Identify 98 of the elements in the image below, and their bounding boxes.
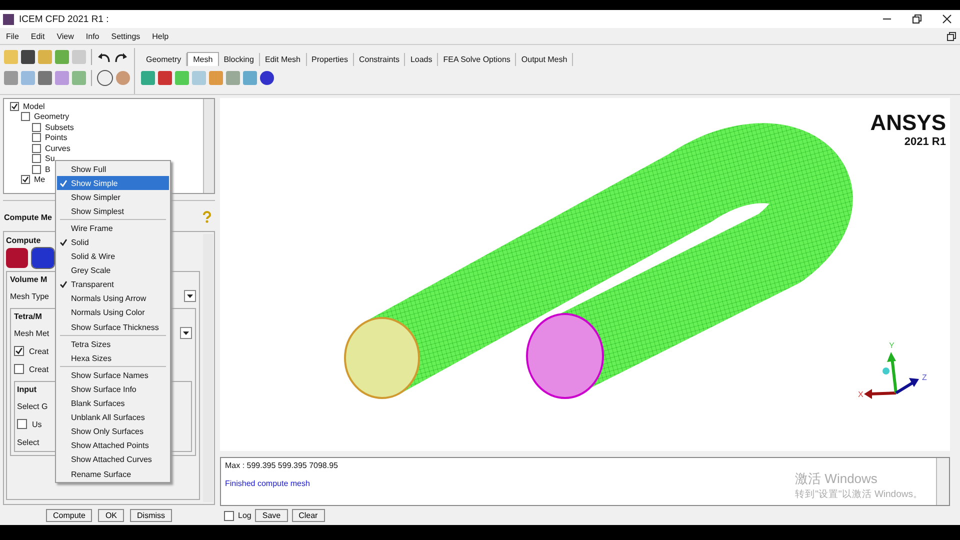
field-label: Mesh Met bbox=[14, 328, 50, 338]
restore-icon[interactable] bbox=[912, 14, 922, 24]
menu-option[interactable]: Hexa Sizes bbox=[57, 351, 169, 366]
menu-option[interactable]: Show Only Surfaces bbox=[57, 424, 169, 439]
group-label: Input bbox=[17, 385, 37, 394]
menu-option[interactable]: Solid & Wire bbox=[57, 250, 169, 264]
menu-option[interactable]: Blank Surfaces bbox=[57, 396, 169, 411]
field-label: Select bbox=[17, 438, 40, 446]
tab[interactable]: Constraints bbox=[354, 53, 406, 66]
message-line: Max : 599.395 599.395 7098.95 bbox=[225, 461, 339, 470]
scrollbar[interactable] bbox=[203, 234, 213, 502]
menu-option[interactable]: Show Attached Curves bbox=[57, 452, 169, 467]
redo-icon[interactable] bbox=[114, 51, 128, 63]
checkbox-label: Log bbox=[238, 511, 252, 520]
message-line: Finished compute mesh bbox=[225, 479, 311, 488]
check-icon bbox=[60, 281, 67, 288]
app-icon bbox=[3, 14, 14, 24]
axis-label: X bbox=[858, 390, 864, 399]
checkbox-label: Creat bbox=[29, 364, 49, 374]
menu-item[interactable]: Help bbox=[152, 32, 169, 40]
scrollbar[interactable] bbox=[936, 458, 949, 505]
tab[interactable]: Edit Mesh bbox=[260, 53, 307, 66]
field-label: Select G bbox=[17, 402, 48, 410]
menu-option[interactable]: Show Attached Points bbox=[57, 438, 169, 453]
panel-button[interactable]: OK bbox=[98, 509, 124, 522]
tree-checkbox[interactable] bbox=[21, 175, 30, 184]
menu-option[interactable]: Unblank All Surfaces bbox=[57, 410, 169, 425]
tab[interactable]: Mesh bbox=[187, 52, 219, 66]
tree-checkbox[interactable] bbox=[21, 112, 30, 122]
menu-option[interactable]: Show Simpler bbox=[57, 190, 169, 204]
group-label: Compute bbox=[6, 236, 41, 245]
menu-item[interactable]: Settings bbox=[111, 32, 140, 40]
checkbox-label: Us bbox=[32, 420, 42, 428]
activation-notice-text: 转到"设置"以激活 Windows。 bbox=[795, 488, 923, 501]
field-label: Mesh Type bbox=[10, 292, 49, 300]
message-button[interactable]: Clear bbox=[292, 509, 325, 522]
menu-item[interactable]: View bbox=[56, 32, 74, 40]
menu-option[interactable]: Tetra Sizes bbox=[57, 337, 169, 352]
tree-item[interactable]: B bbox=[45, 164, 50, 174]
group-label: Volume M bbox=[10, 275, 48, 284]
menu-item[interactable]: Edit bbox=[30, 32, 45, 40]
checkbox-label: Creat bbox=[29, 346, 49, 356]
tab[interactable]: Properties bbox=[306, 53, 354, 66]
shape-icon[interactable] bbox=[6, 248, 28, 268]
axis-label: Y bbox=[889, 341, 894, 350]
menu-option[interactable]: Show Simple bbox=[57, 176, 169, 190]
check-icon bbox=[60, 180, 67, 187]
menu-option[interactable]: Show Simplest bbox=[57, 204, 169, 218]
menu-option[interactable]: Transparent bbox=[57, 278, 169, 292]
checkbox[interactable] bbox=[14, 364, 24, 374]
tab[interactable]: Output Mesh bbox=[516, 53, 574, 66]
tab[interactable]: Blocking bbox=[218, 53, 260, 66]
menu-item[interactable]: File bbox=[6, 32, 19, 40]
checkbox[interactable] bbox=[224, 510, 234, 520]
undo-icon[interactable] bbox=[97, 51, 111, 63]
close-icon[interactable] bbox=[942, 14, 952, 24]
tree-item[interactable]: Su bbox=[45, 154, 55, 164]
logo-text: ANSYS bbox=[870, 110, 946, 136]
tree-checkbox[interactable] bbox=[32, 144, 41, 153]
menu-option[interactable]: Grey Scale bbox=[57, 264, 169, 278]
panel-button[interactable]: Compute bbox=[46, 509, 92, 522]
scrollbar[interactable] bbox=[203, 99, 214, 193]
tree-item[interactable]: Model bbox=[23, 102, 45, 111]
message-button[interactable]: Save bbox=[255, 509, 288, 522]
menu-option[interactable]: Normals Using Arrow bbox=[57, 292, 169, 306]
group-label: Tetra/M bbox=[14, 312, 42, 321]
menu-option[interactable]: Show Surface Info bbox=[57, 382, 169, 396]
activation-notice-title: 激活 Windows bbox=[795, 470, 878, 488]
tree-checkbox[interactable] bbox=[32, 164, 41, 174]
tree-checkbox[interactable] bbox=[32, 133, 41, 142]
tab[interactable]: Loads bbox=[405, 53, 438, 66]
menu-option[interactable]: Show Surface Thickness bbox=[57, 320, 169, 334]
tree-checkbox[interactable] bbox=[32, 154, 41, 164]
menu-option[interactable]: Show Full bbox=[57, 162, 169, 176]
tree-checkbox[interactable] bbox=[10, 102, 19, 111]
menu-option[interactable]: Wire Frame bbox=[57, 221, 169, 236]
tree-item[interactable]: Subsets bbox=[45, 122, 74, 132]
window-title: ICEM CFD 2021 R1 : bbox=[19, 14, 109, 24]
tree-item[interactable]: Me bbox=[34, 175, 46, 184]
menu-option[interactable]: Rename Surface bbox=[57, 466, 169, 482]
menu-option[interactable]: Show Surface Names bbox=[57, 368, 169, 382]
checkbox[interactable] bbox=[14, 346, 24, 356]
axis-triad-drawing bbox=[864, 352, 919, 399]
tree-item[interactable]: Curves bbox=[45, 144, 70, 153]
menu-item[interactable]: Info bbox=[86, 32, 100, 40]
tree-item[interactable]: Geometry bbox=[34, 112, 70, 122]
tree-checkbox[interactable] bbox=[32, 122, 41, 132]
checkbox[interactable] bbox=[17, 419, 27, 429]
panel-title: Compute Me bbox=[4, 212, 52, 222]
menu-option[interactable]: Solid bbox=[57, 235, 169, 250]
restore-icon[interactable] bbox=[947, 32, 956, 40]
tree-item[interactable]: Points bbox=[45, 133, 68, 142]
panel-button[interactable]: Dismiss bbox=[130, 509, 172, 522]
version-label: 2021 R1 bbox=[904, 136, 946, 148]
check-icon bbox=[60, 239, 67, 246]
axis-label: Z bbox=[922, 373, 927, 382]
menu-option[interactable]: Normals Using Color bbox=[57, 306, 169, 320]
tab[interactable]: FEA Solve Options bbox=[438, 53, 516, 66]
